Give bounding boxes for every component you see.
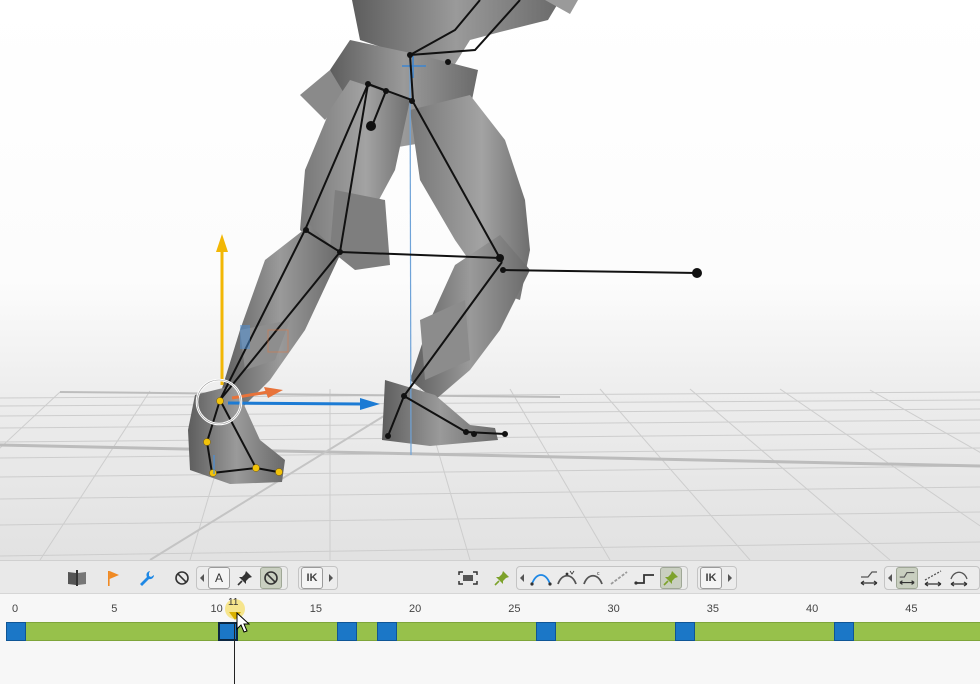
timeline-tick-label: 25 <box>508 603 521 615</box>
ik-button-2[interactable]: IK <box>700 567 722 589</box>
svg-text:c: c <box>597 571 600 577</box>
curve-clamped-icon[interactable]: c <box>582 567 604 589</box>
pin-icon[interactable] <box>234 567 256 589</box>
timeline[interactable]: 0 5 10 15 20 25 30 35 40 45 11 <box>0 594 980 684</box>
scene-render <box>0 0 980 560</box>
curve-vertex-icon[interactable] <box>556 567 578 589</box>
timeline-tick-label: 15 <box>309 603 322 615</box>
infinity-cycle-icon[interactable] <box>896 567 918 589</box>
infinity-oscillate-icon[interactable] <box>948 567 970 589</box>
no-icon[interactable] <box>171 567 193 589</box>
chevron-right-icon[interactable] <box>728 574 732 582</box>
keyframe-marker[interactable] <box>833 622 854 641</box>
keyframe-marker[interactable] <box>674 622 695 641</box>
timeline-tick-label: 20 <box>409 603 422 615</box>
timeline-tick-label: 10 <box>210 603 223 615</box>
ik-label: IK <box>306 572 318 584</box>
no-icon[interactable] <box>260 567 282 589</box>
curve-step-icon[interactable] <box>634 567 656 589</box>
keyframe-marker[interactable] <box>535 622 556 641</box>
ik-label-2: IK <box>705 572 717 584</box>
chevron-right-icon[interactable] <box>329 574 333 582</box>
pin-active-icon[interactable] <box>660 567 682 589</box>
chevron-left-icon[interactable] <box>200 574 204 582</box>
pin-icon[interactable] <box>491 567 513 589</box>
keyframe-track[interactable] <box>6 622 980 641</box>
flag-icon[interactable] <box>102 567 124 589</box>
auto-key-letter: A <box>214 571 223 585</box>
infinity-pre-icon[interactable] <box>858 567 880 589</box>
keyframe-marker[interactable] <box>377 622 398 641</box>
keyframe-marker[interactable] <box>337 622 358 641</box>
timeline-tick-label: 30 <box>607 603 620 615</box>
chevron-left-icon[interactable] <box>888 574 892 582</box>
timeline-tick-label: 5 <box>111 603 118 615</box>
infinity-linear-icon[interactable] <box>922 567 944 589</box>
timeline-tick-label: 45 <box>905 603 918 615</box>
curve-linear-icon[interactable] <box>608 567 630 589</box>
curve-auto-icon[interactable] <box>530 567 552 589</box>
timeline-tick-label: 35 <box>706 603 719 615</box>
ik-button[interactable]: IK <box>301 567 323 589</box>
keyframe-marker[interactable] <box>6 622 26 641</box>
book-icon[interactable] <box>66 567 88 589</box>
playhead-line <box>234 624 235 684</box>
3d-viewport[interactable] <box>0 0 980 560</box>
frame-icon[interactable] <box>457 567 479 589</box>
timeline-tick-label: 40 <box>806 603 819 615</box>
timeline-tick-label: 0 <box>12 603 19 615</box>
mouse-cursor-icon <box>236 612 250 633</box>
current-frame-label: 11 <box>228 597 239 608</box>
chevron-left-icon[interactable] <box>520 574 524 582</box>
auto-key-icon[interactable]: A <box>208 567 230 589</box>
wrench-icon[interactable] <box>136 567 158 589</box>
animation-toolbar: A IK c IK <box>0 560 980 594</box>
